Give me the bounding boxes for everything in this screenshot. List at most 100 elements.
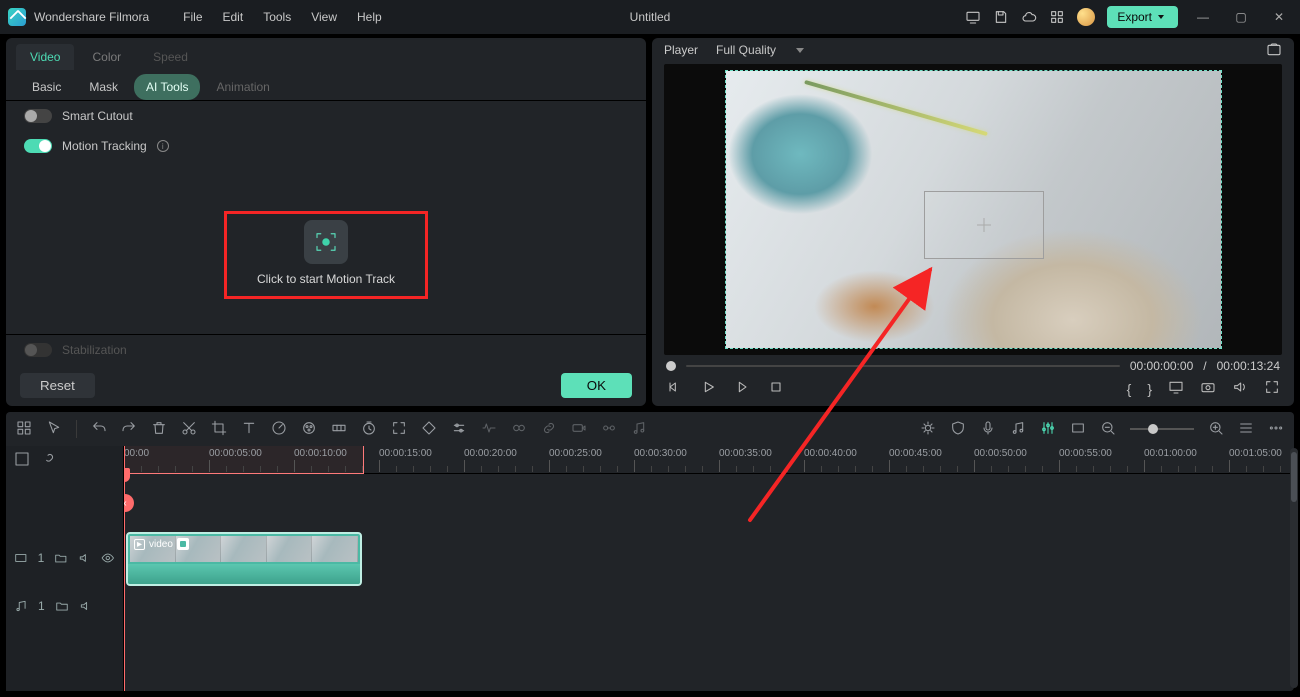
play-icon[interactable]: [700, 379, 716, 398]
playhead-marker-icon[interactable]: ‹: [124, 494, 134, 512]
color-icon[interactable]: [301, 420, 317, 439]
chevron-down-icon: [796, 48, 804, 53]
menu-tools[interactable]: Tools: [263, 10, 291, 24]
progress-bar[interactable]: [686, 365, 1120, 367]
menu-file[interactable]: File: [183, 10, 202, 24]
reset-button[interactable]: Reset: [20, 373, 95, 398]
folder-icon[interactable]: [54, 551, 68, 565]
timeline-scrollbar[interactable]: [1290, 448, 1298, 688]
motion-track-start-button[interactable]: [304, 220, 348, 264]
zoom-out-icon[interactable]: [1100, 420, 1116, 439]
folder-icon[interactable]: [55, 599, 69, 613]
mic-icon[interactable]: [980, 420, 996, 439]
visibility-icon[interactable]: [101, 551, 115, 565]
app-logo-icon: [8, 8, 26, 26]
list-icon[interactable]: [1238, 420, 1254, 439]
mark-out-icon[interactable]: }: [1147, 381, 1152, 397]
account-avatar-icon[interactable]: [1077, 8, 1095, 26]
timeline-toolstrip: [6, 412, 1294, 446]
shield-icon[interactable]: [950, 420, 966, 439]
stabilization-label: Stabilization: [62, 343, 127, 357]
timeline-canvas[interactable]: 00:0000:00:05:0000:00:10:0000:00:15:0000…: [124, 446, 1294, 691]
menu-help[interactable]: Help: [357, 10, 382, 24]
beat-icon[interactable]: [481, 420, 497, 439]
save-icon[interactable]: [993, 9, 1009, 25]
preview-video[interactable]: [726, 71, 1221, 348]
enhance-icon[interactable]: [920, 420, 936, 439]
cloud-icon[interactable]: [1021, 9, 1037, 25]
crop-icon[interactable]: [211, 420, 227, 439]
delete-icon[interactable]: [151, 420, 167, 439]
tab-speed[interactable]: Speed: [139, 44, 202, 70]
video-track-header[interactable]: 1: [6, 529, 123, 587]
document-title: Untitled: [630, 10, 671, 24]
motion-tracking-toggle[interactable]: [24, 139, 52, 153]
speed-icon[interactable]: [271, 420, 287, 439]
music-icon[interactable]: [631, 420, 647, 439]
pointer-icon[interactable]: [46, 420, 62, 439]
link-icon[interactable]: [541, 420, 557, 439]
ruler-tick: 00:00:30:00: [634, 448, 687, 459]
apps-icon[interactable]: [1049, 9, 1065, 25]
subtab-mask[interactable]: Mask: [77, 74, 130, 100]
adjust-icon[interactable]: [451, 420, 467, 439]
playhead[interactable]: ‹: [124, 446, 125, 691]
text-icon[interactable]: [241, 420, 257, 439]
timeline-ruler[interactable]: 00:0000:00:05:0000:00:10:0000:00:15:0000…: [124, 446, 1294, 474]
next-frame-icon[interactable]: [734, 379, 750, 398]
record-icon[interactable]: [571, 420, 587, 439]
prev-frame-icon[interactable]: [666, 379, 682, 398]
music2-icon[interactable]: [1010, 420, 1026, 439]
tracks-minimap-icon[interactable]: [14, 451, 30, 470]
quality-select[interactable]: Full Quality: [716, 43, 804, 57]
redo-icon[interactable]: [121, 420, 137, 439]
mark-in-icon[interactable]: {: [1127, 381, 1132, 397]
info-icon[interactable]: i: [157, 140, 169, 152]
menu-edit[interactable]: Edit: [223, 10, 244, 24]
stop-icon[interactable]: [768, 379, 784, 398]
snapshot-icon[interactable]: [1266, 42, 1282, 58]
audio-track-header[interactable]: 1: [6, 587, 123, 625]
maximize-button[interactable]: ▢: [1228, 10, 1254, 24]
more-icon[interactable]: [1268, 420, 1284, 439]
close-button[interactable]: ✕: [1266, 10, 1292, 24]
video-track-index: 1: [38, 551, 45, 565]
keyframe-icon[interactable]: [331, 420, 347, 439]
ruler-tick: 00:01:05:00: [1229, 448, 1282, 459]
group-icon[interactable]: [511, 420, 527, 439]
link-tracks-icon[interactable]: [40, 451, 56, 470]
minimize-button[interactable]: —: [1190, 10, 1216, 24]
tab-video[interactable]: Video: [16, 44, 74, 70]
ok-button[interactable]: OK: [561, 373, 632, 398]
subtab-animation[interactable]: Animation: [204, 74, 281, 100]
mask-icon[interactable]: [421, 420, 437, 439]
fullscreen-icon[interactable]: [1264, 379, 1280, 398]
grid-icon[interactable]: [16, 420, 32, 439]
smart-cutout-toggle[interactable]: [24, 109, 52, 123]
motion-tracking-label: Motion Tracking: [62, 139, 147, 153]
volume-icon[interactable]: [1232, 379, 1248, 398]
mute-icon[interactable]: [78, 551, 92, 565]
ruler-tick: 00:01:00:00: [1144, 448, 1197, 459]
menu-view[interactable]: View: [311, 10, 337, 24]
timeline-clip[interactable]: ▸ video: [126, 532, 362, 586]
mute-icon[interactable]: [79, 599, 93, 613]
zoom-slider[interactable]: [1130, 428, 1194, 430]
duration-icon[interactable]: [361, 420, 377, 439]
playhead-handle[interactable]: [666, 361, 676, 371]
mixer-icon[interactable]: [1040, 420, 1056, 439]
tab-color[interactable]: Color: [78, 44, 135, 70]
subtab-basic[interactable]: Basic: [20, 74, 73, 100]
motion-track-target[interactable]: [924, 191, 1044, 259]
camera-icon[interactable]: [1200, 379, 1216, 398]
marker-icon[interactable]: [601, 420, 617, 439]
frame-icon[interactable]: [1070, 420, 1086, 439]
display-icon[interactable]: [1168, 379, 1184, 398]
screen-icon[interactable]: [965, 9, 981, 25]
export-button[interactable]: Export: [1107, 6, 1178, 28]
focus-icon[interactable]: [391, 420, 407, 439]
zoom-in-icon[interactable]: [1208, 420, 1224, 439]
subtab-ai-tools[interactable]: AI Tools: [134, 74, 200, 100]
cut-icon[interactable]: [181, 420, 197, 439]
undo-icon[interactable]: [91, 420, 107, 439]
